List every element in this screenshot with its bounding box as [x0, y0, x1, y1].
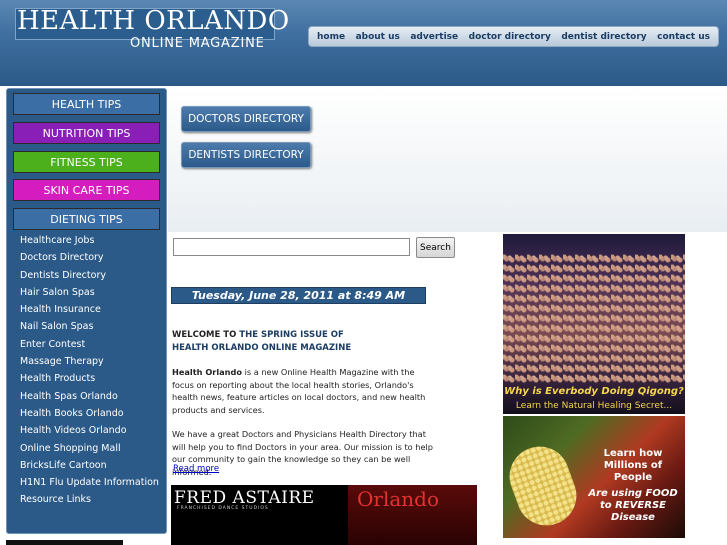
sidebar-link[interactable]: Enter Contest [20, 336, 159, 353]
food-ad-line3: Are using FOOD [588, 488, 678, 499]
food-ad-text: Learn how Millions of People Are using F… [583, 448, 683, 524]
sidebar-link[interactable]: Health Products [20, 370, 159, 387]
site-header: HEALTH ORLANDO ONLINE MAGAZINE home abou… [0, 0, 727, 86]
qigong-headline: Why is Everbody Doing Qigong? [504, 386, 684, 397]
bottom-ad-strip [6, 540, 123, 545]
sidebar-link[interactable]: Nail Salon Spas [20, 318, 159, 335]
directory-banner: DOCTORS DIRECTORY DENTISTS DIRECTORY [168, 88, 727, 232]
food-disease-ad[interactable]: Learn how Millions of People Are using F… [503, 416, 685, 538]
sidebar-link[interactable]: Health Videos Orlando [20, 422, 159, 439]
sidebar-link[interactable]: H1N1 Flu Update Information [20, 474, 159, 491]
health-tips-button[interactable]: HEALTH TIPS [13, 93, 160, 115]
sidebar-link[interactable]: Resource Links [20, 491, 159, 508]
sidebar-link[interactable]: Health Spas Orlando [20, 388, 159, 405]
fred-astaire-title: FRED ASTAIRE [174, 488, 315, 508]
dieting-tips-button[interactable]: DIETING TIPS [13, 208, 160, 230]
sidebar-link[interactable]: Doctors Directory [20, 249, 159, 266]
nav-advertise-link[interactable]: advertise [410, 32, 458, 42]
search-button[interactable]: Search [416, 237, 455, 258]
welcome-prefix: WELCOME TO [172, 330, 240, 340]
intro-paragraph: Health Orlando is a new Online Health Ma… [172, 366, 434, 416]
top-navigation: home about us advertise doctor directory… [308, 26, 719, 47]
sidebar-link[interactable]: Health Books Orlando [20, 405, 159, 422]
sidebar-link[interactable]: Dentists Directory [20, 267, 159, 284]
nav-about-link[interactable]: about us [356, 32, 400, 42]
read-more-link[interactable]: Read more [173, 464, 219, 474]
site-title[interactable]: HEALTH ORLANDO [17, 6, 290, 36]
site-subtitle: ONLINE MAGAZINE [130, 36, 265, 51]
sidebar-link[interactable]: BricksLife Cartoon [20, 457, 159, 474]
food-ad-line2: Millions of People [603, 460, 663, 483]
left-sidebar: HEALTH TIPS NUTRITION TIPS FITNESS TIPS … [6, 88, 167, 534]
nutrition-tips-button[interactable]: NUTRITION TIPS [13, 122, 160, 144]
date-banner: Tuesday, June 28, 2011 at 8:49 AM [171, 287, 426, 304]
sidebar-link[interactable]: Hair Salon Spas [20, 284, 159, 301]
sidebar-link[interactable]: Online Shopping Mall [20, 440, 159, 457]
sidebar-link[interactable]: Healthcare Jobs [20, 232, 159, 249]
dentists-directory-button[interactable]: DENTISTS DIRECTORY [181, 142, 311, 168]
intro-brand: Health Orlando [172, 367, 242, 377]
welcome-heading: WELCOME TO THE SPRING ISSUE OF HEALTH OR… [172, 329, 351, 355]
search-input[interactable] [173, 238, 410, 256]
fitness-tips-button[interactable]: FITNESS TIPS [13, 151, 160, 173]
qigong-tagline: Learn the Natural Healing Secret... [515, 401, 673, 411]
sidebar-link-list: Healthcare Jobs Doctors Directory Dentis… [20, 232, 159, 509]
welcome-line2: HEALTH ORLANDO ONLINE MAGAZINE [172, 343, 352, 353]
skin-care-tips-button[interactable]: SKIN CARE TIPS [13, 179, 160, 201]
crowd-photo [503, 254, 685, 384]
nav-dentist-directory-link[interactable]: dentist directory [561, 32, 646, 42]
qigong-ad[interactable]: Why is Everbody Doing Qigong? Learn the … [503, 234, 685, 414]
food-ad-line1: Learn how [603, 448, 663, 459]
welcome-line1: THE SPRING ISSUE OF [239, 330, 344, 340]
fred-astaire-subtitle: FRANCHISED DANCE STUDIOS [177, 506, 269, 511]
fred-astaire-ad[interactable]: FRED ASTAIRE FRANCHISED DANCE STUDIOS Or… [171, 485, 477, 545]
nav-contact-link[interactable]: contact us [657, 32, 710, 42]
food-ad-line4: to REVERSE Disease [600, 500, 666, 523]
nav-home-link[interactable]: home [317, 32, 345, 42]
corn-image [503, 438, 585, 534]
sidebar-link[interactable]: Health Insurance [20, 301, 159, 318]
nav-doctor-directory-link[interactable]: doctor directory [469, 32, 551, 42]
fred-astaire-city: Orlando [357, 487, 440, 511]
sidebar-link[interactable]: Massage Therapy [20, 353, 159, 370]
doctors-directory-button[interactable]: DOCTORS DIRECTORY [181, 106, 311, 132]
